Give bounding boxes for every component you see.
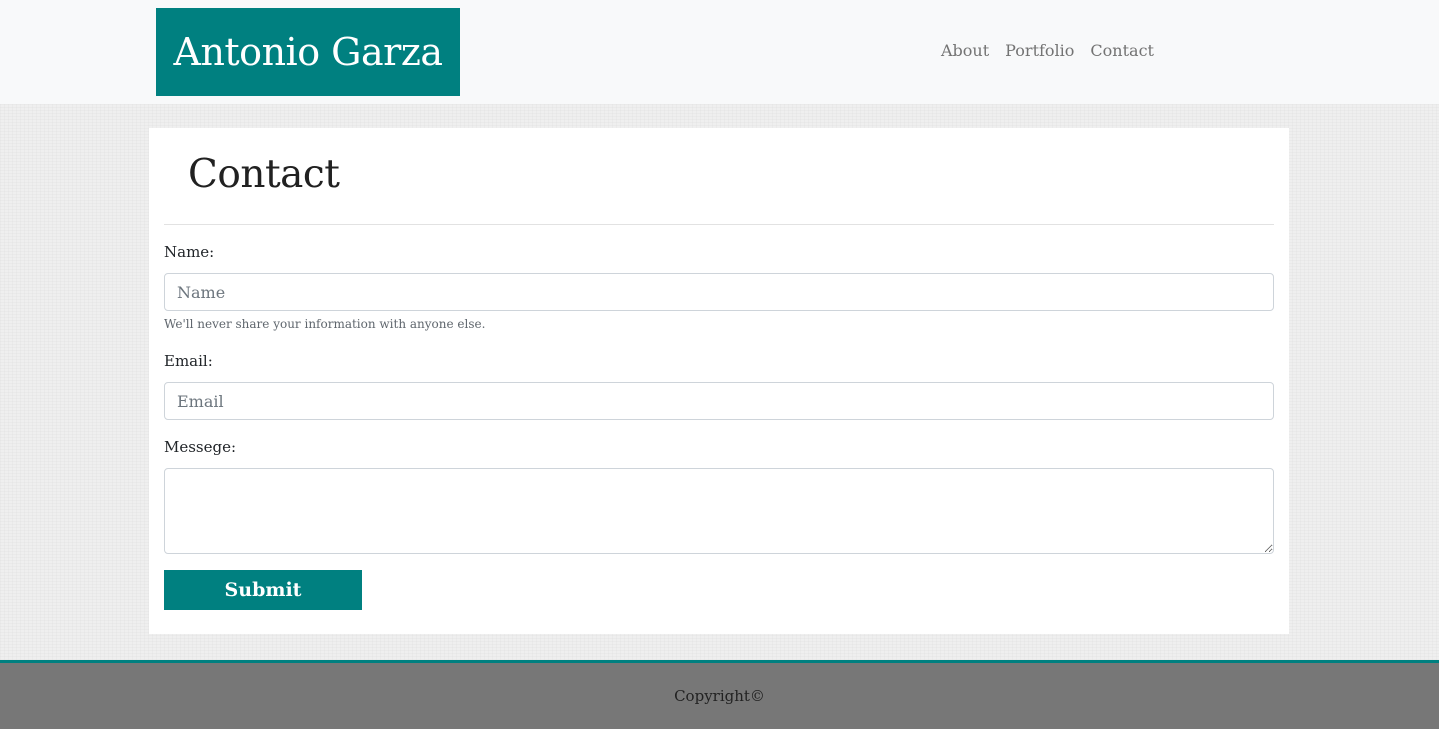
name-label: Name: <box>164 243 215 261</box>
email-input[interactable] <box>164 382 1274 420</box>
name-input[interactable] <box>164 273 1274 311</box>
nav-menu: About Portfolio Contact <box>941 40 1154 62</box>
email-label: Email: <box>164 352 213 370</box>
footer: Copyright© <box>0 660 1439 729</box>
nav-link-contact[interactable]: Contact <box>1090 40 1154 62</box>
nav-link-about[interactable]: About <box>941 40 989 62</box>
nav-link-portfolio[interactable]: Portfolio <box>1005 40 1074 62</box>
brand-logo-link[interactable]: Antonio Garza <box>156 8 460 96</box>
divider <box>164 224 1274 225</box>
message-textarea[interactable] <box>164 468 1274 554</box>
navbar: Antonio Garza About Portfolio Contact <box>0 0 1439 104</box>
copyright-text: Copyright© <box>674 687 765 705</box>
page-title: Contact <box>188 152 340 197</box>
submit-button[interactable]: Submit <box>164 570 362 610</box>
name-help-text: We'll never share your information with … <box>164 317 486 331</box>
contact-card: Contact Name: We'll never share your inf… <box>149 128 1289 634</box>
message-label: Messege: <box>164 438 237 456</box>
